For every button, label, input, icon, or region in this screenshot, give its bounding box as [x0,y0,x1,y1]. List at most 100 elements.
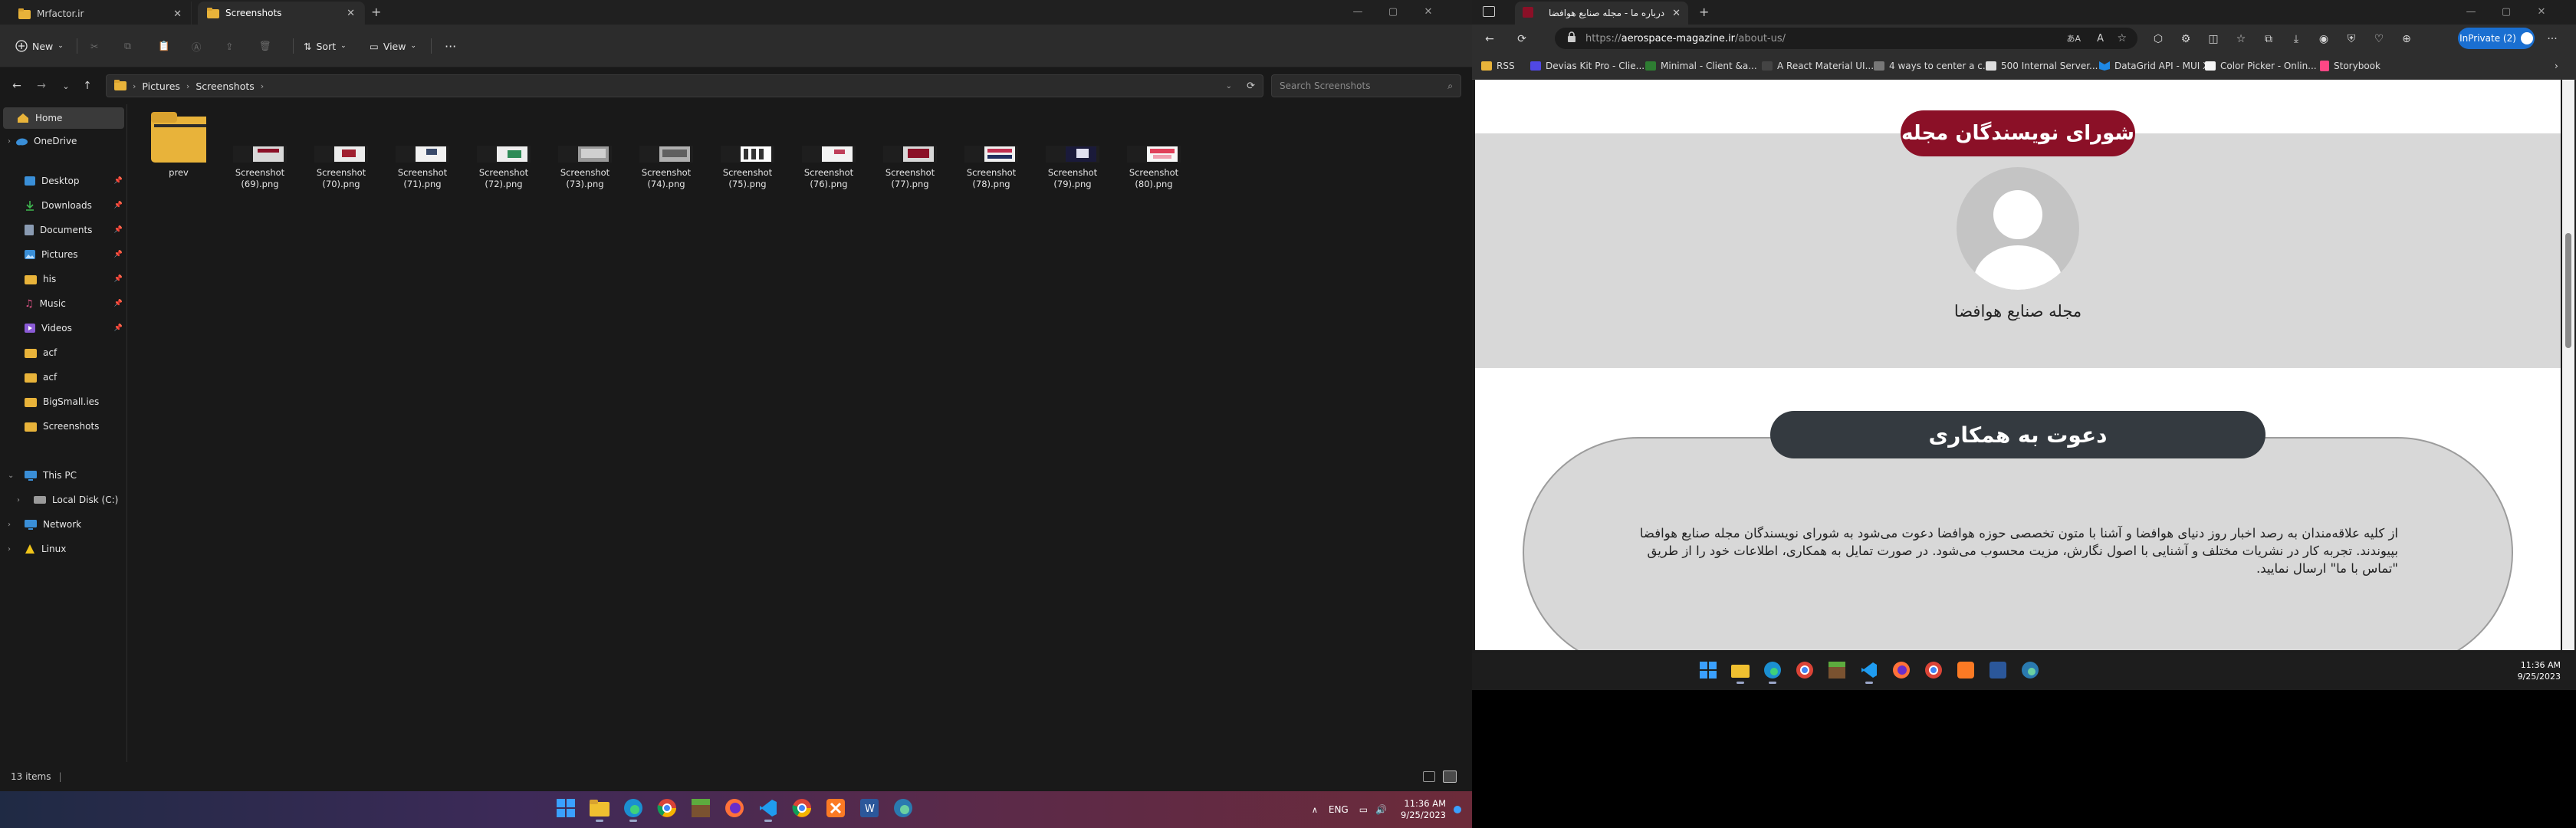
vpn-icon[interactable]: ⊕ [2398,31,2415,48]
file-item[interactable]: Screenshot (76).png [788,121,869,190]
taskbar-firefox[interactable] [722,797,747,822]
sidebar-item-acf[interactable]: acf [0,342,127,363]
taskbar-xampp[interactable] [1953,659,1978,684]
copy-button[interactable]: ⧉ [124,35,131,57]
refresh-button[interactable]: ⟳ [1513,31,1530,48]
sidebar-item-downloads[interactable]: Downloads 📌 [0,195,127,216]
breadcrumb-screenshots[interactable]: Screenshots [196,80,254,92]
taskbar-vscode[interactable] [1857,659,1881,684]
language-indicator[interactable]: ENG [1329,804,1349,815]
delete-button[interactable]: 🗑 [259,35,271,57]
address-bar[interactable]: https:// aerospace-magazine.ir /about-us… [1555,28,2137,49]
sidebar-item-his[interactable]: his 📌 [0,268,127,290]
fav-500-error[interactable]: 500 Internal Server... [1986,58,2098,74]
sidebar-item-desktop[interactable]: Desktop 📌 [0,170,127,192]
split-screen-icon[interactable]: ◫ [2205,31,2222,48]
up-button[interactable]: ↑ [77,77,98,95]
taskbar-firefox[interactable] [1889,659,1914,684]
back-button[interactable]: ← [6,77,28,95]
pin-icon[interactable]: 📌 [114,177,123,185]
notification-icon[interactable] [1454,806,1461,813]
tab-actions-icon[interactable] [1483,6,1495,17]
forward-button[interactable]: → [31,77,52,95]
chevron-down-icon[interactable]: ⌄ [8,472,14,480]
taskbar-edge-dev[interactable] [891,797,915,822]
performance-icon[interactable]: ♡ [2371,31,2387,48]
inprivate-badge[interactable]: InPrivate (2) [2458,28,2535,49]
maximize-button[interactable]: ▢ [1375,0,1411,23]
sidebar-item-documents[interactable]: Documents 📌 [0,219,127,241]
file-item[interactable]: Screenshot (74).png [626,121,707,190]
chevron-right-icon[interactable]: › [8,521,11,529]
paste-button[interactable]: 📋 [158,35,170,57]
cut-button[interactable]: ✂ [90,35,98,57]
clock[interactable]: 11:36 AM 9/25/2023 [2518,659,2561,682]
pin-icon[interactable]: 📌 [114,251,123,258]
chevron-right-icon[interactable]: › [8,137,11,146]
taskbar-vscode[interactable] [756,797,780,822]
taskbar-xampp[interactable] [823,797,848,822]
favorite-star-icon[interactable]: ☆ [2117,32,2127,44]
sidebar-item-pictures[interactable]: Pictures 📌 [0,244,127,265]
sidebar-item-screenshots[interactable]: Screenshots [0,416,127,437]
taskbar-chrome-alt[interactable] [1921,659,1946,684]
fav-react-material[interactable]: A React Material UI... [1762,58,1874,74]
view-button[interactable]: ▭ View ⌄ [370,35,416,57]
chrome-icon[interactable]: ◉ [2315,31,2332,48]
page-scrollbar[interactable] [2562,80,2574,650]
new-button[interactable]: New ⌄ [15,35,64,57]
fav-datagrid[interactable]: DataGrid API - MUI X [2099,58,2209,74]
sidebar-item-this-pc[interactable]: ⌄ This PC [0,465,127,486]
taskbar-edge[interactable] [621,797,646,822]
new-tab-button[interactable]: + [1699,5,1709,19]
sidebar-item-network[interactable]: › Network [0,514,127,535]
close-icon[interactable]: ✕ [1672,8,1681,19]
sidebar-item-home[interactable]: Home [3,107,124,129]
settings-gear-icon[interactable]: ⚙ [2177,31,2194,48]
file-item[interactable]: Screenshot (79).png [1032,121,1113,190]
file-item-folder[interactable]: prev [138,112,219,179]
taskbar-edge[interactable] [1760,659,1785,684]
taskbar-edge-dev[interactable] [2018,659,2042,684]
browser-tab-active[interactable]: درباره ما - مجله صنایع هوافضا ✕ [1515,2,1688,25]
more-menu-icon[interactable]: ··· [2544,31,2561,48]
favorites-overflow-icon[interactable]: › [2555,58,2558,74]
minimize-button[interactable]: — [1340,0,1375,23]
sidebar-item-videos[interactable]: Videos 📌 [0,317,127,339]
pin-icon[interactable]: 📌 [114,226,123,234]
search-input[interactable] [1280,80,1448,91]
taskbar-file-explorer[interactable] [587,797,612,822]
chevron-right-icon[interactable]: › [8,545,11,554]
chevron-down-icon[interactable]: ⌄ [1226,82,1232,90]
sidebar-item-local-disk[interactable]: › Local Disk (C:) [0,489,127,511]
security-icon[interactable]: ⛨ [2343,31,2360,48]
details-view-icon[interactable] [1423,771,1435,782]
taskbar-chrome[interactable] [655,797,679,822]
file-item[interactable]: Screenshot (69).png [219,121,301,190]
file-item[interactable]: Screenshot (73).png [544,121,626,190]
search-box[interactable]: ⌕ [1271,74,1461,97]
taskbar-file-explorer[interactable] [1728,659,1753,684]
file-item[interactable]: Screenshot (80).png [1113,121,1194,190]
downloads-icon[interactable]: ⤓ [2288,31,2305,48]
sidebar-item-acf[interactable]: acf [0,366,127,388]
more-options-button[interactable]: ··· [445,35,456,57]
address-bar[interactable]: › Pictures › Screenshots › ⌄ ⟳ [106,74,1263,97]
taskbar-chrome-alt[interactable] [790,797,814,822]
close-window-button[interactable]: ✕ [2524,0,2559,23]
breadcrumb-pictures[interactable]: Pictures [142,80,180,92]
fav-color-picker[interactable]: Color Picker - Onlin... [2205,58,2317,74]
back-button[interactable]: ← [1481,31,1498,48]
sidebar-item-onedrive[interactable]: › OneDrive [0,130,127,152]
start-button[interactable] [554,797,578,822]
tab-screenshots[interactable]: Screenshots ✕ [198,2,365,25]
volume-icon[interactable]: 🔊 [1375,804,1387,815]
taskbar-minecraft[interactable] [1825,659,1849,684]
sort-button[interactable]: ⇅ Sort ⌄ [304,35,347,57]
scrollbar-thumb[interactable] [2565,233,2571,348]
fav-center[interactable]: 4 ways to center a c... [1874,58,1991,74]
new-tab-button[interactable]: + [371,5,381,19]
file-item[interactable]: Screenshot (71).png [382,121,463,190]
close-window-button[interactable]: ✕ [1411,0,1446,23]
extension-icon[interactable]: ⬡ [2150,31,2167,48]
